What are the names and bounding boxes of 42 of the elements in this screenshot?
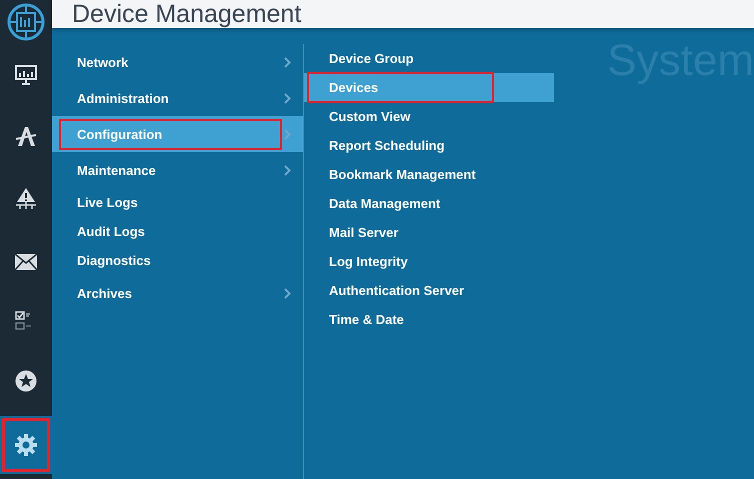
menu-item[interactable]: Audit Logs (52, 217, 303, 246)
submenu-item[interactable]: Custom View (304, 102, 554, 131)
submenu-item[interactable]: Devices (304, 73, 554, 102)
submenu-item-label: Data Management (329, 195, 440, 213)
submenu-item[interactable]: Bookmark Management (304, 160, 554, 189)
submenu-item-label: Devices (309, 74, 492, 101)
monitor-icon (14, 64, 38, 86)
submenu-item-label: Report Scheduling (329, 137, 445, 155)
menu-item-label: Administration (77, 90, 169, 108)
submenu-item[interactable]: Log Integrity (304, 247, 554, 276)
submenu-item[interactable]: Device Group (304, 44, 554, 73)
menu-item[interactable]: Live Logs (52, 188, 303, 217)
menu-item[interactable]: Network (52, 44, 303, 80)
submenu-item-label: Time & Date (329, 311, 404, 329)
submenu-item[interactable]: Time & Date (304, 305, 554, 334)
menu-item[interactable]: Diagnostics (52, 246, 303, 275)
envelope-icon (15, 254, 37, 270)
submenu-item[interactable]: Authentication Server (304, 276, 554, 305)
menu-item-label: Configuration (61, 120, 280, 148)
menu-item[interactable]: Administration (52, 80, 303, 116)
menu-item[interactable]: Configuration (52, 116, 303, 152)
menu-item-label: Maintenance (77, 162, 156, 180)
warning-icon (15, 187, 37, 211)
submenu-item-label: Authentication Server (329, 282, 464, 300)
menu-item-label: Diagnostics (77, 252, 151, 270)
menu-item-label: Network (77, 54, 128, 72)
settings-icon (15, 434, 37, 456)
submenu-item[interactable]: Report Scheduling (304, 131, 554, 160)
menu-item-label: Live Logs (77, 194, 138, 212)
submenu-item-label: Device Group (329, 50, 414, 68)
submenu-item-label: Bookmark Management (329, 166, 476, 184)
menu-item[interactable]: Maintenance (52, 152, 303, 188)
menu-item-label: Archives (77, 284, 132, 302)
pen-letter-icon (14, 124, 38, 148)
page-title: Device Management (72, 0, 302, 28)
menu-item-label: Audit Logs (77, 223, 145, 241)
submenu-item-label: Mail Server (329, 224, 398, 242)
menu-item[interactable]: Archives (52, 275, 303, 311)
submenu-item[interactable]: Data Management (304, 189, 554, 218)
submenu-item[interactable]: Mail Server (304, 218, 554, 247)
submenu-item-label: Custom View (329, 108, 410, 126)
submenu-item-label: Log Integrity (329, 253, 408, 271)
